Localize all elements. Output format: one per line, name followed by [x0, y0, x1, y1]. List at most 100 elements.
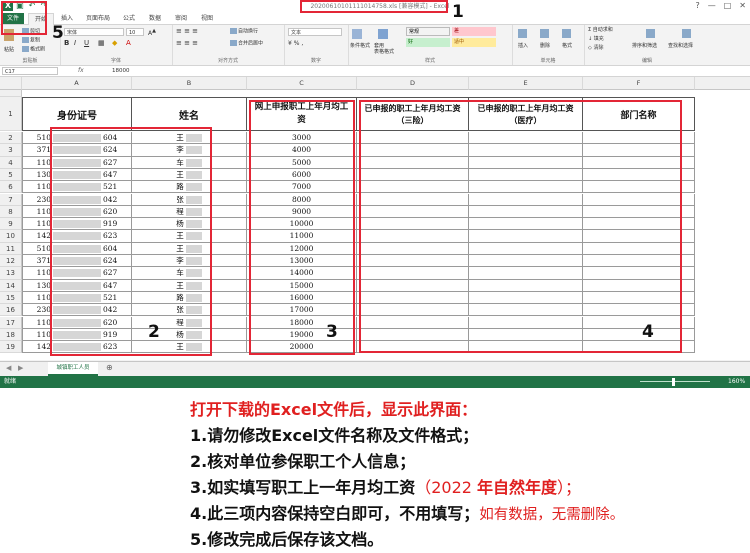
zoom-slider[interactable] [640, 381, 710, 382]
font-name-select[interactable]: 宋体 [64, 28, 124, 36]
row-header[interactable]: 5 [0, 168, 22, 182]
row-header[interactable]: 13 [0, 267, 22, 280]
style-normal[interactable]: 常规 [406, 27, 450, 36]
italic-button[interactable]: I [74, 40, 76, 47]
add-sheet-icon[interactable]: ⊕ [106, 363, 113, 372]
format-cells-button[interactable] [562, 29, 572, 38]
name-box[interactable]: C17 [2, 67, 58, 75]
row-header[interactable]: 3 [0, 144, 22, 157]
format-as-table-button[interactable] [378, 29, 389, 39]
font-color-icon[interactable]: A [126, 40, 131, 47]
callout-box-title [300, 0, 448, 13]
conditional-format-button[interactable] [352, 29, 363, 39]
insert-cells-button[interactable] [518, 29, 528, 38]
column-header-a[interactable]: A [22, 77, 132, 90]
insert-icon [518, 29, 527, 38]
clear-button[interactable]: ◇ 清除 [588, 45, 603, 52]
style-neutral[interactable]: 适中 [452, 38, 496, 47]
autosum-label: 自动求和 [592, 27, 613, 33]
row-header[interactable]: 9 [0, 218, 22, 231]
sheet-tab-active[interactable]: 城镇职工人员 [48, 362, 98, 376]
style-good[interactable]: 好 [406, 38, 450, 47]
tab-data[interactable]: 数据 [144, 13, 166, 24]
column-header-f[interactable]: F [583, 77, 695, 90]
fill-button[interactable]: ↓ 填充 [588, 36, 604, 43]
underline-button[interactable]: U [84, 40, 89, 47]
format-painter-label: 格式刷 [30, 46, 46, 53]
row-header[interactable]: 10 [0, 230, 22, 243]
column-header-c[interactable]: C [247, 77, 357, 90]
row-header[interactable]: 19 [0, 341, 22, 354]
sort-filter-button[interactable] [646, 29, 656, 38]
column-header-e[interactable]: E [469, 77, 583, 90]
bold-button[interactable]: B [64, 40, 69, 47]
id-number-start: 110 [36, 182, 51, 192]
fill-color-icon[interactable]: ◆ [112, 40, 117, 47]
styles-group-label: 样式 [424, 58, 435, 64]
row-header[interactable]: 7 [0, 193, 22, 206]
sort-filter-label: 排序和筛选 [632, 43, 658, 49]
align-top-icon[interactable]: ≡ ≡ ≡ [176, 28, 198, 35]
style-bad[interactable]: 差 [452, 27, 496, 36]
format-painter-button[interactable]: 格式刷 [22, 46, 45, 54]
sheet-nav-right-icon[interactable]: ▶ [18, 364, 23, 372]
row-header[interactable]: 17 [0, 316, 22, 329]
tab-review[interactable]: 审阅 [170, 13, 192, 24]
tab-formulas[interactable]: 公式 [118, 13, 140, 24]
grow-font-button[interactable]: A▲ [148, 28, 156, 37]
borders-icon[interactable]: ▦ [98, 40, 105, 47]
id-number-start: 510 [36, 243, 51, 253]
format-icon [562, 29, 571, 38]
select-all-corner[interactable] [0, 77, 22, 90]
currency-icon[interactable]: ¥ % , [288, 40, 303, 47]
clipboard-group-label: 剪贴板 [22, 58, 38, 64]
row-header-1[interactable]: 1 [0, 97, 22, 131]
autosum-button[interactable]: Σ 自动求和 [588, 27, 613, 34]
row-header[interactable]: 8 [0, 205, 22, 219]
column-header-d[interactable]: D [357, 77, 469, 90]
instruction-3-year-close: ）； [557, 478, 582, 497]
header-name[interactable]: 姓名 [132, 97, 247, 131]
header-id-number[interactable]: 身份证号 [22, 97, 132, 131]
help-button[interactable]: ? [695, 1, 699, 11]
formula-input[interactable]: 18000 [112, 66, 130, 76]
id-number-start: 110 [36, 292, 51, 302]
row-header[interactable]: 16 [0, 304, 22, 317]
maximize-button[interactable]: □ [724, 1, 732, 11]
fx-icon[interactable]: fx [78, 66, 84, 76]
sheet-nav-left-icon[interactable]: ◀ [6, 364, 11, 372]
instruction-3-text: 3.如实填写职工上一年月均工资 [190, 478, 416, 497]
instruction-3: 3.如实填写职工上一年月均工资（2022 年自然年度）； [190, 474, 581, 498]
wrap-text-button[interactable]: 自动换行 [230, 28, 258, 36]
instructions-title: 打开下载的Excel文件后，显示此界面： [190, 400, 478, 419]
row-header[interactable]: 18 [0, 328, 22, 342]
number-format-select[interactable]: 文本 [288, 28, 342, 36]
zoom-slider-thumb[interactable] [672, 378, 675, 386]
tab-view[interactable]: 视图 [196, 13, 218, 24]
row-header[interactable]: 15 [0, 291, 22, 305]
row-header[interactable]: 14 [0, 279, 22, 292]
align-left-icon[interactable]: ≡ ≡ ≡ [176, 40, 198, 47]
row-header[interactable]: 4 [0, 156, 22, 169]
font-size-select[interactable]: 10 [126, 28, 144, 36]
column-header-b[interactable]: B [132, 77, 247, 90]
format-as-table-label: 套用 表格格式 [374, 43, 395, 55]
row-header[interactable]: 12 [0, 255, 22, 268]
row-header[interactable]: 11 [0, 242, 22, 255]
row-header[interactable]: 6 [0, 181, 22, 194]
column-header-empty [695, 77, 750, 90]
tab-page-layout[interactable]: 页面布局 [82, 13, 114, 24]
find-select-button[interactable] [682, 29, 692, 38]
status-ready: 就绪 [4, 378, 17, 385]
wrap-text-label: 自动换行 [238, 28, 259, 35]
instruction-3-year: 年自然年度 [477, 478, 558, 497]
copy-button[interactable]: 复制 [22, 37, 40, 45]
id-number-start: 110 [36, 206, 51, 216]
id-number-start: 371 [36, 145, 51, 155]
minimize-button[interactable]: — [708, 1, 716, 11]
close-button[interactable]: ✕ [739, 1, 746, 11]
row-header[interactable]: 2 [0, 132, 22, 145]
delete-cells-button[interactable] [540, 29, 550, 38]
id-number-start: 130 [36, 280, 51, 290]
merge-center-button[interactable]: 合并后居中 [230, 40, 263, 48]
